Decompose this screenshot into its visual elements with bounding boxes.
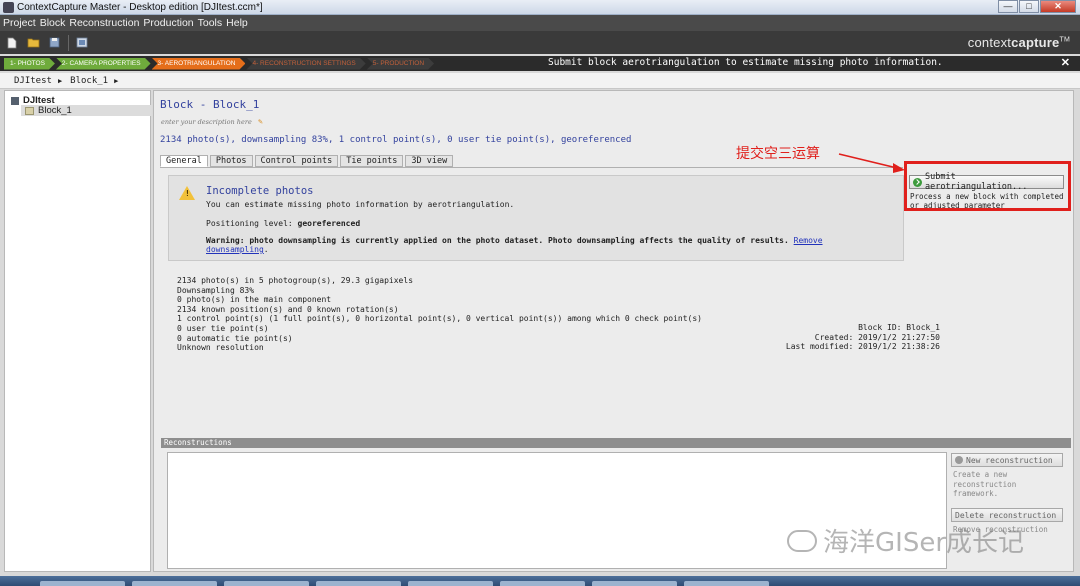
block-tabs: General Photos Control points Tie points… (160, 155, 455, 167)
breadcrumb-arrow-icon: ▶ (114, 76, 119, 85)
downsampling-warning: Warning: photo downsampling is currently… (206, 236, 823, 254)
wechat-logo-icon (787, 529, 817, 552)
workflow-step-bar: 1- PHOTOS 2- CAMERA PROPERTIES 3- AEROTR… (0, 56, 1080, 71)
app-icon (3, 1, 14, 13)
warning-icon: ! (179, 186, 195, 200)
block-title: Block - Block_1 (160, 98, 260, 111)
tab-divider (160, 167, 903, 168)
taskbar-button[interactable] (684, 581, 769, 586)
pencil-icon[interactable]: ✎ (258, 118, 263, 126)
taskbar-button[interactable] (40, 581, 125, 586)
step-production[interactable]: 5- PRODUCTION (367, 58, 434, 70)
tree-block-item[interactable]: Block_1 (21, 105, 152, 116)
watermark: 海洋GISer成长记 (787, 522, 1024, 559)
maximize-button[interactable]: □ (1019, 0, 1039, 13)
menu-bar: Project Block Reconstruction Production … (0, 15, 1080, 31)
block-summary: 2134 photo(s), downsampling 83%, 1 contr… (160, 135, 632, 145)
close-hint-icon[interactable]: ✕ (1061, 56, 1070, 69)
os-taskbar (0, 576, 1080, 586)
block-id: Block ID: Block_1 (858, 323, 940, 332)
project-icon (11, 96, 19, 105)
screenshot-icon[interactable] (75, 36, 89, 50)
taskbar-button[interactable] (224, 581, 309, 586)
tab-general[interactable]: General (160, 155, 208, 167)
title-bar: ContextCapture Master - Desktop edition … (0, 0, 1080, 15)
notice-text: You can estimate missing photo informati… (206, 200, 515, 209)
new-reconstruction-button[interactable]: New reconstruction (951, 453, 1063, 467)
annotation-label: 提交空三运算 (736, 146, 820, 162)
menu-block[interactable]: Block (40, 17, 66, 29)
new-reconstruction-icon (955, 456, 963, 464)
step-camera-properties[interactable]: 2- CAMERA PROPERTIES (56, 58, 151, 70)
window-title: ContextCapture Master - Desktop edition … (17, 1, 263, 13)
brand-logo: contextcaptureTM (967, 35, 1070, 50)
taskbar-button[interactable] (592, 581, 677, 586)
breadcrumb-block[interactable]: Block_1 (70, 76, 108, 86)
step-aerotriangulation[interactable]: 3- AEROTRIANGULATION (152, 58, 246, 70)
description-placeholder[interactable]: enter your description here (161, 118, 252, 126)
block-panel: Block - Block_1 enter your description h… (153, 90, 1074, 572)
taskbar-button[interactable] (132, 581, 217, 586)
breadcrumb: DJItest ▶ Block_1 ▶ (0, 73, 1080, 89)
incomplete-photos-notice: ! Incomplete photos You can estimate mis… (168, 175, 904, 261)
annotation-arrow-icon (838, 153, 905, 173)
new-file-icon[interactable] (5, 36, 19, 50)
close-button[interactable]: ✕ (1040, 0, 1076, 13)
toolbar: contextcaptureTM (0, 31, 1080, 54)
created-date: Created: 2019/1/2 21:27:50 (814, 332, 940, 342)
breadcrumb-arrow-icon: ▶ (57, 76, 63, 85)
tab-photos[interactable]: Photos (209, 155, 253, 167)
step-hint: Submit block aerotriangulation to estima… (548, 57, 943, 68)
annotation-highlight-box (904, 161, 1071, 211)
block-metadata: Block ID: Block_1 Created: 2019/1/2 21:2… (774, 323, 940, 352)
step-reconstruction-settings[interactable]: 4- RECONSTRUCTION SETTINGS (246, 58, 365, 70)
notice-title: Incomplete photos (206, 185, 314, 197)
menu-reconstruction[interactable]: Reconstruction (69, 17, 139, 29)
taskbar-button[interactable] (316, 581, 401, 586)
step-photos[interactable]: 1- PHOTOS (4, 58, 55, 70)
breadcrumb-project[interactable]: DJItest (14, 76, 52, 86)
menu-tools[interactable]: Tools (198, 17, 223, 29)
tab-3d-view[interactable]: 3D view (405, 155, 454, 167)
minimize-button[interactable]: — (998, 0, 1018, 13)
save-icon[interactable] (47, 36, 61, 50)
menu-help[interactable]: Help (226, 17, 248, 29)
block-icon (25, 106, 34, 115)
block-description[interactable]: enter your description here ✎ (161, 118, 263, 126)
reconstructions-header: Reconstructions (161, 438, 1071, 448)
block-statistics: 2134 photo(s) in 5 photogroup(s), 29.3 g… (177, 276, 702, 353)
project-tree: DJItest Block_1 (4, 90, 152, 572)
menu-production[interactable]: Production (143, 17, 193, 29)
taskbar-button[interactable] (408, 581, 493, 586)
tab-tie-points[interactable]: Tie points (340, 155, 404, 167)
delete-reconstruction-button[interactable]: Delete reconstruction (951, 508, 1063, 522)
taskbar-button[interactable] (500, 581, 585, 586)
menu-project[interactable]: Project (3, 17, 36, 29)
open-folder-icon[interactable] (26, 36, 40, 50)
tab-control-points[interactable]: Control points (254, 155, 339, 167)
modified-date: Last modified: 2019/1/2 21:38:26 (785, 342, 940, 352)
window-controls: — □ ✕ (997, 0, 1076, 13)
tree-block-label: Block_1 (38, 105, 72, 116)
toolbar-separator (68, 34, 69, 51)
new-reconstruction-description: Create a new reconstruction framework. (953, 470, 1017, 498)
positioning-level: Positioning level: georeferenced (206, 219, 361, 228)
